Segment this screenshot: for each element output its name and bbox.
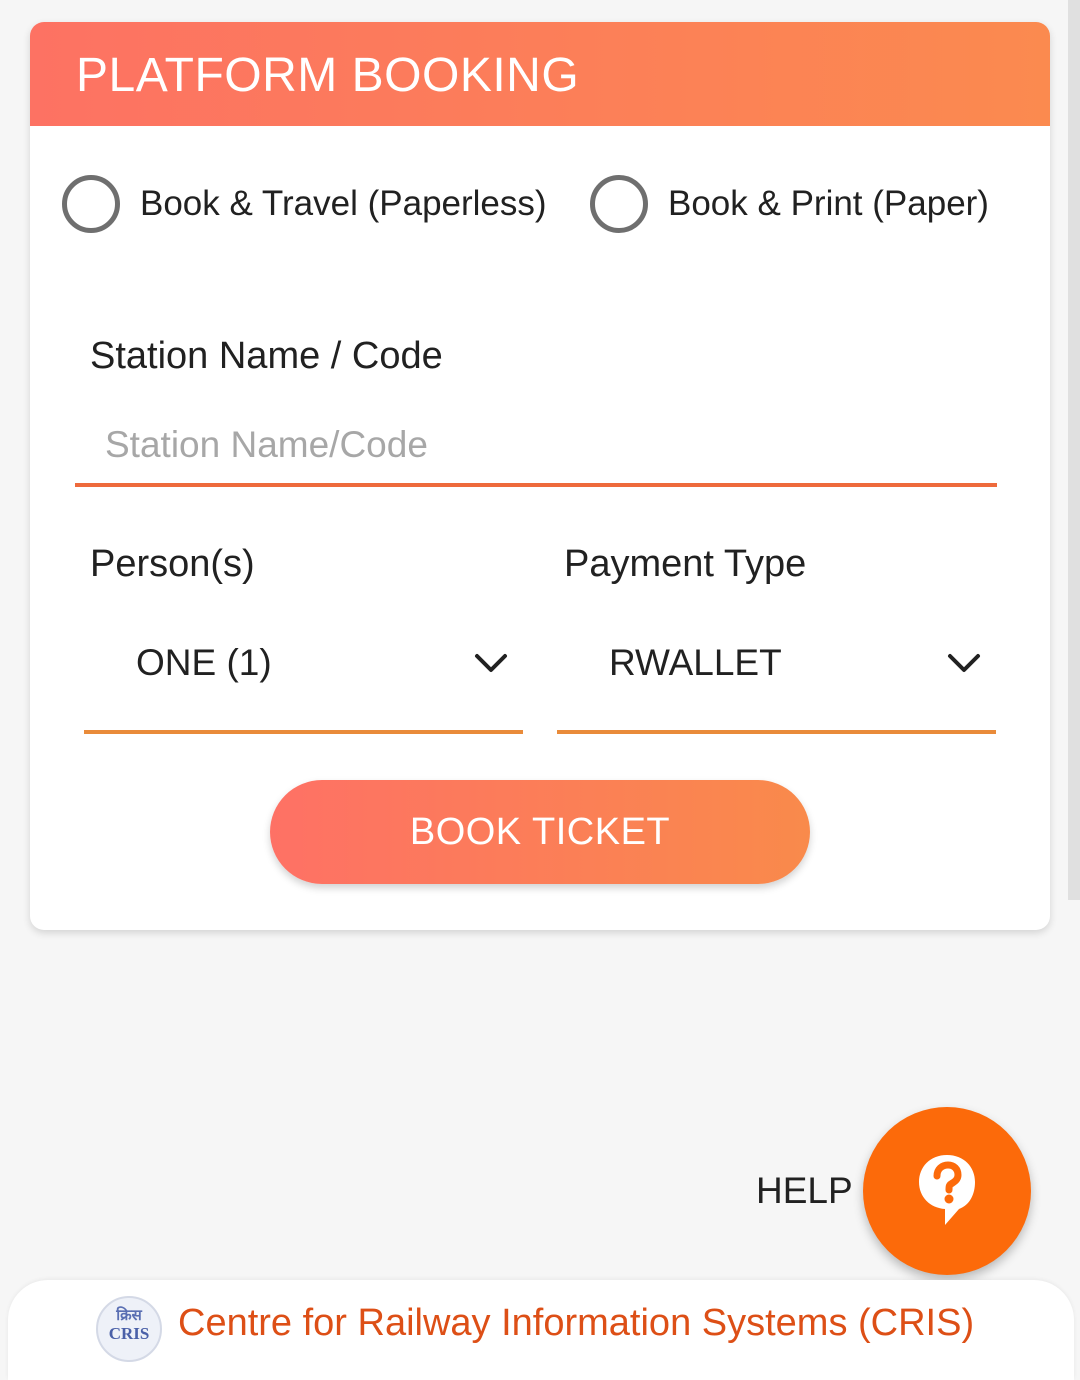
scroll-indicator[interactable]: [1068, 0, 1080, 900]
payment-type-select[interactable]: RWALLET: [557, 622, 996, 734]
chevron-down-icon: [948, 654, 980, 672]
page-title: PLATFORM BOOKING: [76, 49, 580, 102]
persons-select[interactable]: ONE (1): [84, 622, 523, 734]
book-ticket-button[interactable]: BOOK TICKET: [270, 780, 810, 884]
radio-unchecked-icon[interactable]: [590, 175, 648, 233]
cris-logo: क्रिस CRIS: [96, 1296, 162, 1362]
footer-organization-name: Centre for Railway Information Systems (…: [178, 1302, 975, 1344]
cris-logo-text: CRIS: [108, 1324, 150, 1343]
radio-label-book-and-print: Book & Print (Paper): [668, 184, 989, 223]
persons-label: Person(s): [90, 543, 255, 585]
platform-booking-card: PLATFORM BOOKING Book & Travel (Paperles…: [30, 22, 1050, 930]
chevron-down-icon: [475, 654, 507, 672]
card-header: PLATFORM BOOKING: [30, 22, 1050, 126]
station-input[interactable]: [75, 407, 997, 487]
persons-selected-value: ONE (1): [136, 642, 272, 683]
payment-type-label: Payment Type: [564, 543, 807, 585]
book-ticket-label: BOOK TICKET: [409, 810, 671, 853]
cris-logo-hindi: क्रिस: [116, 1307, 142, 1324]
help-bubble-icon: [919, 1155, 975, 1225]
help-button[interactable]: [863, 1107, 1031, 1275]
payment-selected-value: RWALLET: [609, 642, 782, 683]
radio-unchecked-icon[interactable]: [62, 175, 120, 233]
help-label[interactable]: HELP: [756, 1170, 853, 1212]
radio-label-book-and-travel: Book & Travel (Paperless): [140, 184, 547, 223]
station-label: Station Name / Code: [90, 335, 443, 377]
radio-book-and-print[interactable]: Book & Print (Paper): [590, 172, 989, 236]
radio-book-and-travel[interactable]: Book & Travel (Paperless): [62, 172, 547, 236]
footer: क्रिस CRIS Centre for Railway Informatio…: [8, 1280, 1074, 1380]
